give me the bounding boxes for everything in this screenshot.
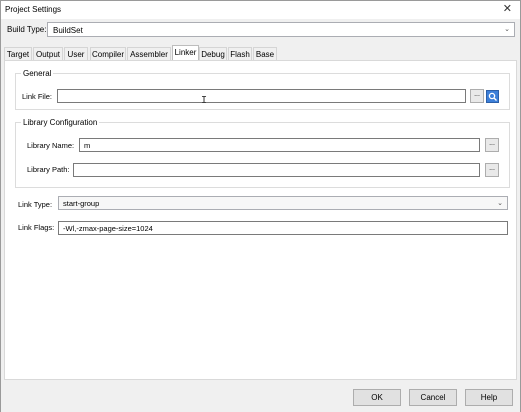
tab-debug[interactable]: Debug — [199, 47, 227, 61]
library-path-browse-button[interactable]: ... — [485, 163, 499, 177]
library-name-label: Library Name: — [27, 141, 75, 150]
build-type-label: Build Type: — [7, 25, 47, 34]
search-icon[interactable] — [486, 90, 499, 103]
library-name-value: m — [84, 141, 91, 150]
library-path-label: Library Path: — [27, 165, 70, 174]
project-settings-dialog: Project Settings ✕ Build Type: BuildSet … — [0, 0, 521, 412]
link-type-label: Link Type: — [18, 200, 53, 209]
tab-compiler[interactable]: Compiler — [90, 47, 126, 61]
tab-output[interactable]: Output — [33, 47, 63, 61]
tab-user[interactable]: User — [64, 47, 88, 61]
ok-button[interactable]: OK — [353, 389, 401, 406]
link-file-browse-button[interactable]: ... — [470, 89, 484, 103]
general-legend: General — [21, 69, 54, 78]
window-title: Project Settings — [5, 5, 62, 14]
link-flags-input[interactable]: -Wl,-zmax-page-size=1024 — [58, 221, 508, 235]
chevron-down-icon: ⌄ — [497, 200, 503, 207]
library-name-browse-button[interactable]: ... — [485, 138, 499, 152]
dialog-footer: OK Cancel Help — [1, 381, 520, 412]
link-file-label: Link File: — [22, 92, 53, 101]
linker-panel: General Link File: I ... Library Configu… — [4, 60, 517, 380]
help-button[interactable]: Help — [465, 389, 513, 406]
tab-assembler[interactable]: Assembler — [127, 47, 171, 61]
close-icon[interactable]: ✕ — [503, 3, 512, 15]
library-name-input[interactable]: m — [79, 138, 480, 152]
link-flags-label: Link Flags: — [18, 223, 55, 232]
link-type-select[interactable]: start-group ⌄ — [58, 196, 508, 210]
tab-base[interactable]: Base — [253, 47, 277, 61]
link-type-value: start-group — [63, 199, 100, 208]
library-configuration-group: Library Configuration — [15, 118, 510, 188]
library-legend: Library Configuration — [21, 118, 100, 127]
library-path-input[interactable] — [73, 163, 480, 177]
build-type-value: BuildSet — [53, 26, 83, 35]
title-bar: Project Settings ✕ — [1, 1, 520, 19]
tab-flash[interactable]: Flash — [228, 47, 252, 61]
link-flags-value: -Wl,-zmax-page-size=1024 — [63, 224, 153, 233]
text-cursor-icon: I — [201, 95, 208, 106]
link-file-input[interactable] — [57, 89, 466, 103]
chevron-down-icon: ⌄ — [504, 26, 510, 33]
tab-linker[interactable]: Linker — [172, 45, 199, 61]
build-type-select[interactable]: BuildSet ⌄ — [47, 22, 515, 37]
tab-target[interactable]: Target — [4, 47, 32, 61]
cancel-button[interactable]: Cancel — [409, 389, 457, 406]
